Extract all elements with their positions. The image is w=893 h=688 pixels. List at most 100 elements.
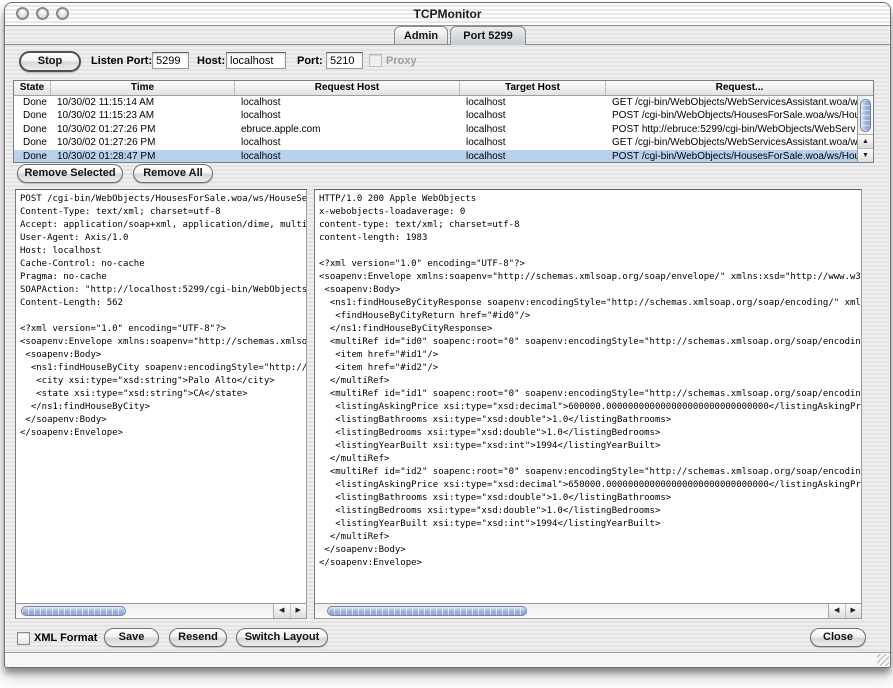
v-scroll-thumb[interactable] <box>860 99 871 132</box>
request-horizontal-scrollbar[interactable]: ◀ ▶ <box>16 603 306 618</box>
tcpmonitor-window: TCPMonitor Admin Port 5299 Stop Listen P… <box>4 2 891 668</box>
code-line: <city xsi:type="xsd:string">Palo Alto</c… <box>20 375 306 388</box>
table-row[interactable]: Done 10/30/02 01:27:26 PM localhost loca… <box>14 136 857 149</box>
requests-table: StateTimeRequest HostTarget HostRequest.… <box>13 80 874 163</box>
footer-bar: XML Format Save Resend Switch Layout Clo… <box>5 625 890 652</box>
cell-time: 10/30/02 01:27:26 PM <box>51 123 235 136</box>
v-scroll-arrows: ▲ ▼ <box>858 134 873 162</box>
code-line: <item href="#id1"/> <box>319 349 861 362</box>
save-button[interactable]: Save <box>104 628 159 647</box>
resend-button[interactable]: Resend <box>169 628 227 647</box>
scroll-right-icon[interactable]: ▶ <box>290 604 307 618</box>
code-line: <multiRef id="id1" soapenc:root="0" soap… <box>319 388 861 401</box>
code-line: HTTP/1.0 200 Apple WebObjects <box>319 193 861 206</box>
cell-target-host: localhost <box>460 136 606 149</box>
column-header[interactable]: Target Host <box>460 81 606 95</box>
scroll-down-icon[interactable]: ▼ <box>858 148 873 162</box>
cell-time: 10/30/02 01:28:47 PM <box>51 150 235 163</box>
listen-port-label: Listen Port: <box>91 53 152 70</box>
response-horizontal-scrollbar[interactable]: ◀ ▶ <box>315 603 861 618</box>
table-body: Done 10/30/02 11:15:14 AM localhost loca… <box>14 96 857 162</box>
window-title: TCPMonitor <box>5 3 890 25</box>
column-header[interactable]: State <box>14 81 51 95</box>
code-line: Content-Length: 562 <box>20 297 306 310</box>
code-line: <soapenv:Envelope xmlns:soapenv="http://… <box>20 336 306 349</box>
title-bar[interactable]: TCPMonitor <box>5 3 890 26</box>
h-scroll-thumb[interactable] <box>21 606 126 616</box>
cell-request-host: localhost <box>235 109 460 122</box>
cell-state: Done <box>14 136 51 149</box>
tab-strip-divider <box>5 44 890 45</box>
h-scroll-thumb[interactable] <box>327 606 527 616</box>
host-field[interactable] <box>226 52 286 69</box>
cell-request-host: localhost <box>235 150 460 163</box>
proxy-label: Proxy <box>386 53 417 70</box>
cell-state: Done <box>14 109 51 122</box>
xml-format-checkbox[interactable] <box>17 632 30 645</box>
column-header[interactable]: Request Host <box>235 81 460 95</box>
cell-state: Done <box>14 150 51 163</box>
response-pane[interactable]: HTTP/1.0 200 Apple WebObjectsx-webobject… <box>314 189 862 619</box>
code-line: <ns1:findHouseByCity soapenv:encodingSty… <box>20 362 306 375</box>
scroll-up-icon[interactable]: ▲ <box>858 135 873 148</box>
tab-port-5299[interactable]: Port 5299 <box>450 26 526 45</box>
code-line <box>319 245 861 258</box>
cell-request: POST /cgi-bin/WebObjects/HousesForSale.w… <box>606 109 857 122</box>
code-line: <listingYearBuilt xsi:type="xsd:int">199… <box>319 518 861 531</box>
cell-time: 10/30/02 01:27:26 PM <box>51 136 235 149</box>
column-header[interactable]: Request... <box>606 81 873 95</box>
request-pane-text[interactable]: POST /cgi-bin/WebObjects/HousesForSale.w… <box>16 190 306 603</box>
cell-state: Done <box>14 96 51 109</box>
response-pane-text[interactable]: HTTP/1.0 200 Apple WebObjectsx-webobject… <box>315 190 861 603</box>
remove-selected-button[interactable]: Remove Selected <box>17 164 123 183</box>
column-header[interactable]: Time <box>51 81 235 95</box>
close-button[interactable]: Close <box>810 628 866 647</box>
code-line: <?xml version="1.0" encoding="UTF-8"?> <box>20 323 306 336</box>
remove-all-button[interactable]: Remove All <box>133 164 213 183</box>
code-line: </ns1:findHouseByCity> <box>20 401 306 414</box>
desktop: TCPMonitor Admin Port 5299 Stop Listen P… <box>0 0 893 688</box>
status-bar <box>5 652 890 667</box>
code-line: <ns1:findHouseByCityResponse soapenv:enc… <box>319 297 861 310</box>
listen-port-field[interactable] <box>152 52 189 69</box>
table-row[interactable]: Done 10/30/02 01:27:26 PM ebruce.apple.c… <box>14 123 857 136</box>
resize-grip-icon[interactable] <box>877 654 889 666</box>
scroll-left-icon[interactable]: ◀ <box>274 604 290 618</box>
port-field[interactable] <box>326 52 363 69</box>
switch-layout-button[interactable]: Switch Layout <box>236 628 328 647</box>
h-scroll-track[interactable] <box>315 604 829 618</box>
code-line: <soapenv:Envelope xmlns:soapenv="http://… <box>319 271 861 284</box>
code-line: </multiRef> <box>319 531 861 544</box>
table-row[interactable]: Done 10/30/02 11:15:23 AM localhost loca… <box>14 109 857 122</box>
table-vertical-scrollbar[interactable]: ▲ ▼ <box>857 96 873 162</box>
cell-state: Done <box>14 123 51 136</box>
code-line: <listingYearBuilt xsi:type="xsd:int">199… <box>319 440 861 453</box>
table-row[interactable]: Done 10/30/02 01:28:47 PM localhost loca… <box>14 150 857 163</box>
code-line: <multiRef id="id0" soapenc:root="0" soap… <box>319 336 861 349</box>
host-label: Host: <box>197 53 225 70</box>
request-pane[interactable]: POST /cgi-bin/WebObjects/HousesForSale.w… <box>15 189 307 619</box>
xml-format-label: XML Format <box>34 630 97 647</box>
code-line <box>20 310 306 323</box>
table-header: StateTimeRequest HostTarget HostRequest.… <box>14 81 873 96</box>
code-line: SOAPAction: "http://localhost:5299/cgi-b… <box>20 284 306 297</box>
code-line: Host: localhost <box>20 245 306 258</box>
tab-admin[interactable]: Admin <box>394 26 448 44</box>
scroll-right-icon[interactable]: ▶ <box>845 604 862 618</box>
code-line: <state xsi:type="xsd:string">CA</state> <box>20 388 306 401</box>
stop-button[interactable]: Stop <box>19 51 81 72</box>
h-scroll-track[interactable] <box>16 604 274 618</box>
table-row[interactable]: Done 10/30/02 11:15:14 AM localhost loca… <box>14 96 857 109</box>
code-line: </soapenv:Envelope> <box>20 427 306 440</box>
cell-target-host: localhost <box>460 123 606 136</box>
cell-target-host: localhost <box>460 96 606 109</box>
scroll-left-icon[interactable]: ◀ <box>829 604 845 618</box>
code-line: content-type: text/xml; charset=utf-8 <box>319 219 861 232</box>
code-line: <listingBathrooms xsi:type="xsd:double">… <box>319 492 861 505</box>
code-line: content-length: 1983 <box>319 232 861 245</box>
code-line: <?xml version="1.0" encoding="UTF-8"?> <box>319 258 861 271</box>
cell-request-host: localhost <box>235 96 460 109</box>
code-line: <findHouseByCityReturn href="#id0"/> <box>319 310 861 323</box>
cell-target-host: localhost <box>460 150 606 163</box>
code-line: </ns1:findHouseByCityResponse> <box>319 323 861 336</box>
